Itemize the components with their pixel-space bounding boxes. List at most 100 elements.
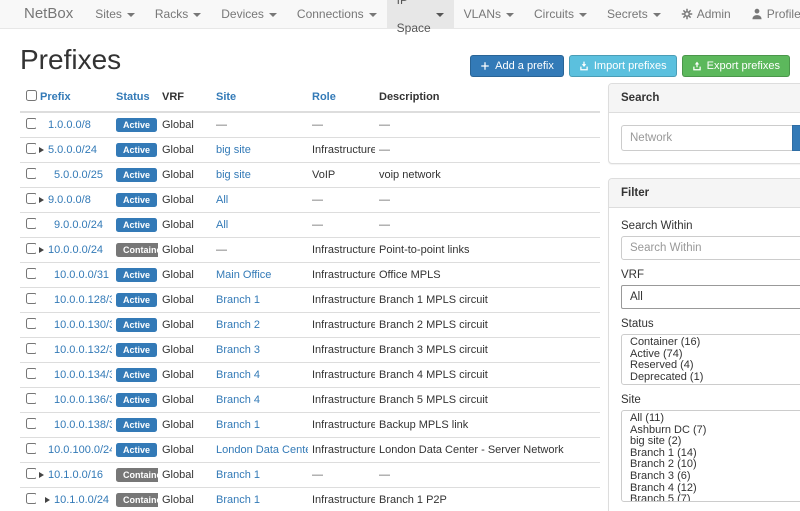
table-row: 10.0.0.128/31 Active Global Branch 1 Inf… — [20, 288, 600, 313]
prefix-link[interactable]: 1.0.0.0/8 — [48, 119, 91, 131]
prefix-link[interactable]: 10.0.0.134/31 — [54, 369, 112, 381]
filter-select-vrf[interactable]: All — [621, 285, 800, 309]
filter-list-site[interactable]: All (11)Ashburn DC (7)big site (2)Branch… — [621, 410, 800, 502]
search-button[interactable] — [792, 125, 800, 151]
site-link[interactable]: Branch 1 — [216, 419, 260, 431]
filter-option[interactable]: Reserved (4) — [622, 360, 800, 372]
table-row: 10.0.0.132/31 Active Global Branch 3 Inf… — [20, 338, 600, 363]
filter-option[interactable]: Deprecated (1) — [622, 372, 800, 384]
nav-item-devices[interactable]: Devices — [211, 0, 287, 28]
description-cell: Office MPLS — [375, 263, 600, 288]
row-checkbox[interactable] — [26, 268, 36, 279]
filter-option[interactable]: Container (16) — [622, 337, 800, 349]
prefix-link[interactable]: 10.0.0.132/31 — [54, 344, 112, 356]
filter-list-status[interactable]: Container (16)Active (74)Reserved (4)Dep… — [621, 334, 800, 385]
prefix-link[interactable]: 10.1.0.0/24 — [54, 494, 109, 506]
site-link[interactable]: All — [216, 194, 228, 206]
site-link[interactable]: Branch 4 — [216, 369, 260, 381]
filter-option[interactable]: Branch 1 (14) — [622, 448, 800, 460]
prefix-link[interactable]: 10.0.0.136/31 — [54, 394, 112, 406]
prefix-link[interactable]: 10.0.0.0/24 — [48, 244, 103, 256]
site-link[interactable]: All — [216, 219, 228, 231]
site-link[interactable]: Main Office — [216, 269, 271, 281]
column-header-description: Description — [375, 83, 600, 112]
site-link[interactable]: big site — [216, 169, 251, 181]
prefix-link[interactable]: 10.1.0.0/16 — [48, 469, 103, 481]
empty-value: — — [216, 244, 227, 256]
caret-down-icon — [653, 13, 661, 17]
app-brand[interactable]: NetBox — [24, 0, 85, 28]
filter-option[interactable]: All (11) — [622, 413, 800, 425]
site-link[interactable]: London Data Center — [216, 444, 308, 456]
row-checkbox[interactable] — [26, 393, 36, 404]
row-checkbox[interactable] — [26, 168, 36, 179]
filter-option[interactable]: big site (2) — [622, 436, 800, 448]
site-link[interactable]: Branch 3 — [216, 344, 260, 356]
description-cell: Point-to-point links — [375, 238, 600, 263]
description-cell: voip network — [375, 163, 600, 188]
description-cell: — — [375, 213, 600, 238]
prefix-link[interactable]: 10.0.0.128/31 — [54, 294, 112, 306]
expand-arrow-icon[interactable] — [39, 472, 44, 478]
export-prefixes-button[interactable]: Export prefixes — [682, 55, 790, 77]
row-checkbox[interactable] — [26, 318, 36, 329]
row-checkbox[interactable] — [26, 143, 36, 154]
column-header-status[interactable]: Status — [112, 83, 158, 112]
nav-item-admin[interactable]: Admin — [671, 0, 741, 28]
filter-option[interactable]: Ashburn DC (7) — [622, 425, 800, 437]
row-checkbox[interactable] — [26, 118, 36, 129]
filter-option[interactable]: Branch 5 (7) — [622, 494, 800, 502]
column-header-site[interactable]: Site — [212, 83, 308, 112]
prefix-link[interactable]: 10.0.0.138/31 — [54, 419, 112, 431]
row-checkbox[interactable] — [26, 443, 36, 454]
import-prefixes-button[interactable]: Import prefixes — [569, 55, 677, 77]
filter-option[interactable]: Active (74) — [622, 349, 800, 361]
row-checkbox[interactable] — [26, 243, 36, 254]
select-all-checkbox[interactable] — [26, 90, 37, 101]
prefix-link[interactable]: 5.0.0.0/24 — [48, 144, 97, 156]
prefix-link[interactable]: 10.0.0.130/31 — [54, 319, 112, 331]
column-header-prefix[interactable]: Prefix — [36, 83, 112, 112]
description-cell: Branch 1 MPLS circuit — [375, 288, 600, 313]
prefix-link[interactable]: 10.0.0.0/31 — [54, 269, 109, 281]
site-link[interactable]: Branch 1 — [216, 469, 260, 481]
row-checkbox[interactable] — [26, 418, 36, 429]
prefix-link[interactable]: 10.0.100.0/24 — [48, 444, 112, 456]
filter-option[interactable]: Branch 4 (12) — [622, 483, 800, 495]
expand-arrow-icon[interactable] — [39, 247, 44, 253]
filter-option[interactable]: Branch 3 (6) — [622, 471, 800, 483]
search-panel: Search — [608, 83, 800, 164]
search-input[interactable] — [621, 125, 792, 151]
nav-item-sites[interactable]: Sites — [85, 0, 145, 28]
add-prefix-button[interactable]: Add a prefix — [470, 55, 564, 77]
row-checkbox[interactable] — [26, 343, 36, 354]
expand-arrow-icon[interactable] — [39, 147, 44, 153]
nav-item-ip-space[interactable]: IP Space — [387, 0, 454, 28]
prefix-link[interactable]: 9.0.0.0/24 — [54, 219, 103, 231]
filter-input-search-within[interactable] — [621, 236, 800, 260]
nav-item-circuits[interactable]: Circuits — [524, 0, 597, 28]
column-header-role[interactable]: Role — [308, 83, 375, 112]
filter-option[interactable]: Branch 2 (10) — [622, 459, 800, 471]
nav-item-vlans[interactable]: VLANs — [454, 0, 524, 28]
nav-item-profile[interactable]: Profile — [741, 0, 800, 28]
nav-item-connections[interactable]: Connections — [287, 0, 387, 28]
row-checkbox[interactable] — [26, 493, 36, 504]
row-checkbox[interactable] — [26, 218, 36, 229]
site-link[interactable]: Branch 1 — [216, 294, 260, 306]
nav-item-racks[interactable]: Racks — [145, 0, 211, 28]
site-link[interactable]: Branch 2 — [216, 319, 260, 331]
site-link[interactable]: big site — [216, 144, 251, 156]
expand-arrow-icon[interactable] — [45, 497, 50, 503]
row-checkbox[interactable] — [26, 368, 36, 379]
role-cell: — — [308, 188, 375, 213]
row-checkbox[interactable] — [26, 293, 36, 304]
row-checkbox[interactable] — [26, 193, 36, 204]
prefix-link[interactable]: 5.0.0.0/25 — [54, 169, 103, 181]
nav-item-secrets[interactable]: Secrets — [597, 0, 671, 28]
expand-arrow-icon[interactable] — [39, 197, 44, 203]
row-checkbox[interactable] — [26, 468, 36, 479]
site-link[interactable]: Branch 1 — [216, 494, 260, 506]
site-link[interactable]: Branch 4 — [216, 394, 260, 406]
prefix-link[interactable]: 9.0.0.0/8 — [48, 194, 91, 206]
